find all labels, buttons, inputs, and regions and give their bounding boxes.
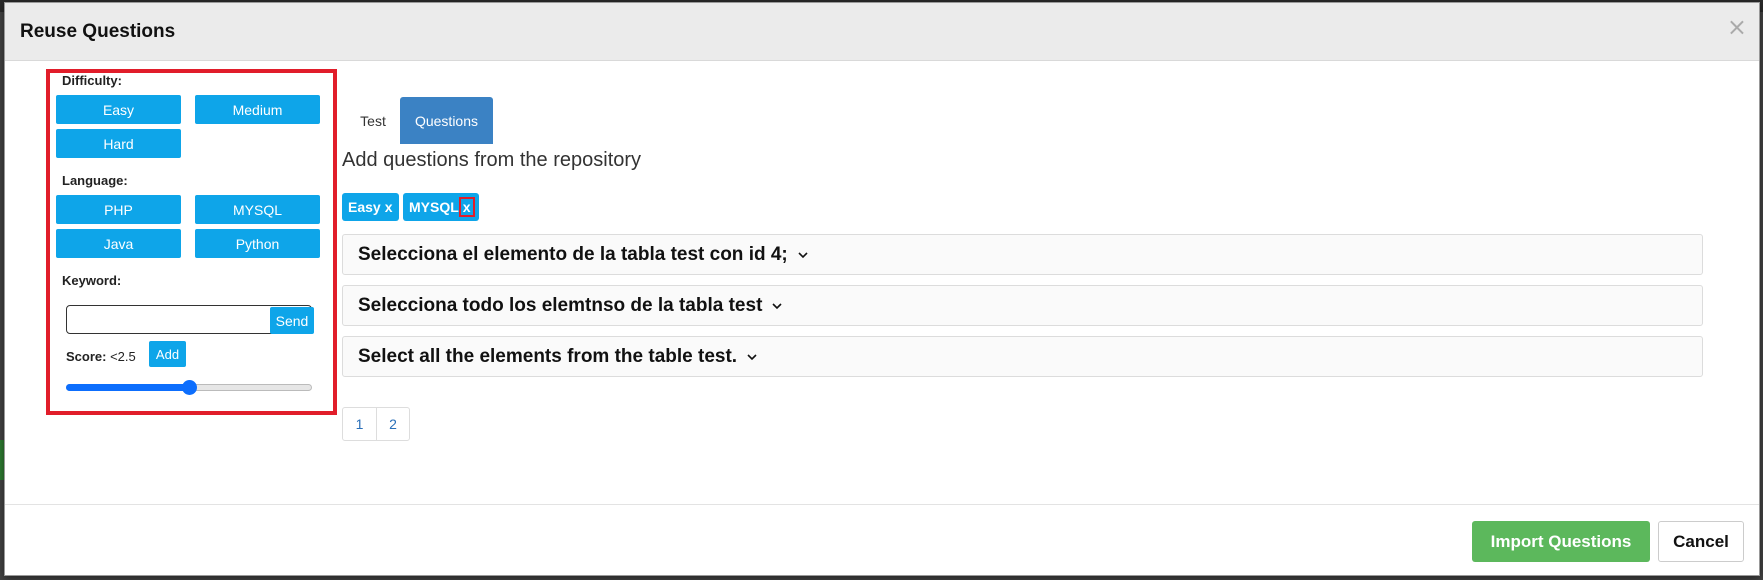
chevron-down-icon	[798, 251, 808, 258]
section-subtitle: Add questions from the repository	[342, 149, 642, 171]
language-java-button[interactable]: Java	[56, 229, 181, 258]
chip-remove-icon[interactable]: x	[385, 199, 393, 215]
chevron-down-icon	[772, 302, 782, 309]
difficulty-medium-button[interactable]: Medium	[195, 95, 320, 124]
filter-chip-easy: Easy x	[342, 193, 399, 221]
page-link-2[interactable]: 2	[376, 408, 409, 440]
language-python-button[interactable]: Python	[195, 229, 320, 258]
tab-questions[interactable]: Questions	[400, 97, 493, 144]
language-php-button[interactable]: PHP	[56, 195, 181, 224]
chip-remove-icon[interactable]: x	[458, 197, 475, 217]
chip-label: Easy	[348, 199, 381, 215]
question-text: Select all the elements from the table t…	[358, 345, 738, 367]
page-link-1[interactable]: 1	[343, 408, 376, 440]
question-text: Selecciona todo los elemtnso de la tabla…	[358, 294, 763, 316]
keyword-label: Keyword:	[62, 273, 122, 288]
question-row[interactable]: Selecciona todo los elemtnso de la tabla…	[342, 285, 1703, 326]
score-label: Score: <2.5	[66, 349, 136, 364]
score-slider-thumb[interactable]	[182, 380, 197, 395]
footer-divider	[5, 504, 1759, 505]
score-value: <2.5	[110, 349, 136, 364]
import-questions-button[interactable]: Import Questions	[1472, 521, 1650, 562]
cancel-button[interactable]: Cancel	[1658, 521, 1744, 562]
filters-panel: Difficulty: Easy Medium Hard Language: P…	[46, 69, 337, 415]
score-slider-fill	[66, 384, 189, 391]
question-row[interactable]: Select all the elements from the table t…	[342, 336, 1703, 377]
chip-label: MYSQL	[409, 199, 459, 215]
difficulty-label: Difficulty:	[62, 73, 122, 88]
modal-title: Reuse Questions	[20, 21, 176, 42]
close-icon[interactable]: ×	[1727, 15, 1747, 39]
modal-header: Reuse Questions ×	[5, 3, 1759, 61]
filter-chip-mysql: MYSQL x	[403, 193, 479, 221]
tab-test[interactable]: Test	[343, 97, 403, 144]
question-row[interactable]: Selecciona el elemento de la tabla test …	[342, 234, 1703, 275]
difficulty-hard-button[interactable]: Hard	[56, 129, 181, 158]
chevron-down-icon	[747, 353, 757, 360]
language-label: Language:	[62, 173, 128, 188]
difficulty-easy-button[interactable]: Easy	[56, 95, 181, 124]
score-add-button[interactable]: Add	[149, 341, 186, 367]
reuse-questions-modal: Reuse Questions × Difficulty: Easy Mediu…	[4, 2, 1760, 576]
language-mysql-button[interactable]: MYSQL	[195, 195, 320, 224]
keyword-send-button[interactable]: Send	[270, 307, 314, 334]
pagination: 1 2	[342, 407, 410, 441]
question-text: Selecciona el elemento de la tabla test …	[358, 243, 788, 265]
score-label-text: Score:	[66, 349, 107, 364]
